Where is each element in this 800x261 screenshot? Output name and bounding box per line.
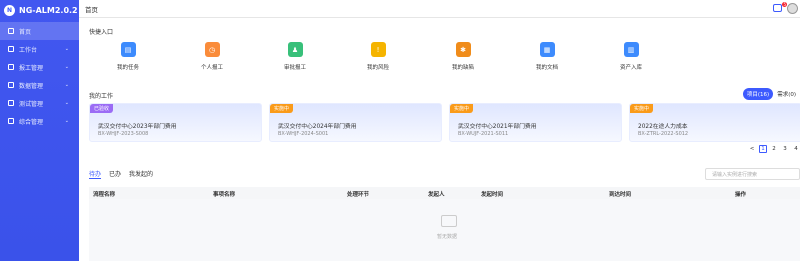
chevron-down-icon: ⌄ xyxy=(64,118,69,124)
work-card-title: 2022在途人力成本 xyxy=(638,124,688,130)
quick-item-label: 资产入库 xyxy=(619,65,642,71)
app-title: NG-ALM2.0.2 xyxy=(19,5,78,15)
status-badge: 已验收 xyxy=(90,104,114,113)
quick-item-approve-report[interactable]: ♟ 审批报工 xyxy=(265,42,325,71)
task-icon: ▤ xyxy=(120,42,136,57)
quick-item-tasks[interactable]: ▤ 我的任务 xyxy=(98,42,158,71)
column-header: 到达时间 xyxy=(609,192,632,198)
quick-item-label: 审批报工 xyxy=(283,65,306,71)
quick-item-documents[interactable]: ▦ 我的文档 xyxy=(517,42,577,71)
work-card-number: BX-WUJF-2021-S011 xyxy=(458,131,509,137)
chevron-down-icon: ⌄ xyxy=(64,82,69,88)
tab-done[interactable]: 已办 xyxy=(109,169,121,179)
work-card-number: BX-WHJF-2023-S008 xyxy=(98,131,149,137)
work-card[interactable]: 实施中 武汉交付中心2021年部门费用 BX-WUJF-2021-S011 xyxy=(449,103,622,142)
my-work-title: 我的工作 xyxy=(89,93,114,100)
page-title: 首页 xyxy=(85,5,98,14)
logo-icon: N xyxy=(4,4,15,16)
column-header: 事项名称 xyxy=(213,192,236,198)
bug-icon: ✱ xyxy=(455,42,471,57)
avatar[interactable] xyxy=(787,3,798,14)
message-icon[interactable] xyxy=(773,4,782,12)
quick-entry-title: 快捷入口 xyxy=(89,29,114,36)
user-icon: ♟ xyxy=(287,42,303,57)
shield-icon: ! xyxy=(370,42,386,57)
file-icon: ▥ xyxy=(623,42,639,57)
home-icon xyxy=(8,28,14,34)
sidebar-item-test[interactable]: 测试管理 ⌄ xyxy=(0,94,79,112)
work-card-title: 武汉交付中心2021年部门费用 xyxy=(458,124,537,130)
topbar: 首页 5 xyxy=(79,0,800,18)
chevron-down-icon: ⌄ xyxy=(64,46,69,52)
main-content: 快捷入口 ▤ 我的任务 ◷ 个人报工 ♟ 审批报工 ! 我的风险 ✱ 我的缺陷 … xyxy=(79,18,800,261)
empty-text: 暂无数据 xyxy=(437,234,458,240)
quick-item-defects[interactable]: ✱ 我的缺陷 xyxy=(433,42,493,71)
grid-icon xyxy=(8,118,14,124)
tab-initiated[interactable]: 我发起的 xyxy=(129,169,153,179)
sidebar-item-label: 数据管理 xyxy=(19,82,44,90)
sidebar-item-report[interactable]: 报工管理 ⌄ xyxy=(0,58,79,76)
database-icon xyxy=(8,82,14,88)
search-input[interactable]: 请输入实例进行搜索 xyxy=(705,168,800,180)
page-button[interactable]: 1 xyxy=(759,145,767,153)
chevron-down-icon: ⌄ xyxy=(64,100,69,106)
quick-item-label: 我的任务 xyxy=(116,65,139,71)
column-header: 发起时间 xyxy=(481,192,504,198)
document-icon: ▦ xyxy=(539,42,555,57)
sidebar-item-label: 测试管理 xyxy=(19,100,44,108)
work-card-number: BX-ZTRL-2022-S012 xyxy=(638,131,689,137)
column-header: 发起人 xyxy=(428,192,445,198)
status-badge: 实施中 xyxy=(450,104,474,113)
work-card[interactable]: 已验收 武汉交付中心2023年部门费用 BX-WHJF-2023-S008 xyxy=(89,103,262,142)
page-button[interactable]: 2 xyxy=(770,145,778,153)
quick-item-asset-in[interactable]: ▥ 资产入库 xyxy=(601,42,661,71)
tab-projects[interactable]: 项目(16) xyxy=(742,88,774,100)
quick-entry-list: ▤ 我的任务 ◷ 个人报工 ♟ 审批报工 ! 我的风险 ✱ 我的缺陷 ▦ 我的文… xyxy=(79,42,800,97)
quick-item-risks[interactable]: ! 我的风险 xyxy=(348,42,408,71)
app-logo[interactable]: N NG-ALM2.0.2 xyxy=(0,0,79,20)
sidebar-item-label: 综合管理 xyxy=(19,118,44,126)
sidebar-item-general[interactable]: 综合管理 ⌄ xyxy=(0,112,79,130)
quick-item-label: 个人报工 xyxy=(200,65,223,71)
column-header: 处理环节 xyxy=(347,192,370,198)
chevron-down-icon: ⌄ xyxy=(64,64,69,70)
todo-tabs: 待办 已办 我发起的 xyxy=(89,169,153,179)
work-toggle: 项目(16) 需求(0) xyxy=(742,88,800,100)
clock-icon: ◷ xyxy=(204,42,220,57)
tab-todo[interactable]: 待办 xyxy=(89,169,102,179)
sidebar-item-label: 报工管理 xyxy=(19,64,44,72)
work-card[interactable]: 实施中 2022在途人力成本 BX-ZTRL-2022-S012 xyxy=(629,103,800,142)
work-card[interactable]: 实施中 武汉交付中心2024年部门费用 BX-WHJF-2024-S001 xyxy=(269,103,442,142)
sidebar-item-workbench[interactable]: 工作台 ⌄ xyxy=(0,40,79,58)
clock-icon xyxy=(8,64,14,70)
test-icon xyxy=(8,100,14,106)
column-header: 操作 xyxy=(735,192,747,198)
monitor-icon xyxy=(8,46,14,52)
prev-page-button[interactable]: < xyxy=(748,145,756,153)
table-header: 流程名称 事项名称 处理环节 发起人 发起时间 到达时间 操作 xyxy=(89,187,800,199)
work-card-title: 武汉交付中心2023年部门费用 xyxy=(98,124,177,130)
empty-inbox-icon xyxy=(441,215,457,227)
status-badge: 实施中 xyxy=(270,104,294,113)
sidebar-item-label: 工作台 xyxy=(19,46,38,54)
quick-item-label: 我的文档 xyxy=(535,65,558,71)
quick-item-label: 我的风险 xyxy=(366,65,389,71)
status-badge: 实施中 xyxy=(630,104,654,113)
pagination: < 1 2 3 4 xyxy=(748,145,800,153)
page-button[interactable]: 3 xyxy=(781,145,789,153)
sidebar-item-label: 首页 xyxy=(19,28,32,36)
quick-item-label: 我的缺陷 xyxy=(451,65,474,71)
empty-state: 暂无数据 xyxy=(89,199,800,261)
sidebar: N NG-ALM2.0.2 首页 工作台 ⌄ 报工管理 ⌄ 数据管理 ⌄ 测试管… xyxy=(0,0,79,261)
quick-item-personal-report[interactable]: ◷ 个人报工 xyxy=(182,42,242,71)
work-card-number: BX-WHJF-2024-S001 xyxy=(278,131,329,137)
sidebar-item-data[interactable]: 数据管理 ⌄ xyxy=(0,76,79,94)
tab-requirements[interactable]: 需求(0) xyxy=(773,88,800,100)
work-card-title: 武汉交付中心2024年部门费用 xyxy=(278,124,357,130)
column-header: 流程名称 xyxy=(93,192,116,198)
sidebar-item-home[interactable]: 首页 xyxy=(0,22,79,40)
page-button[interactable]: 4 xyxy=(792,145,800,153)
